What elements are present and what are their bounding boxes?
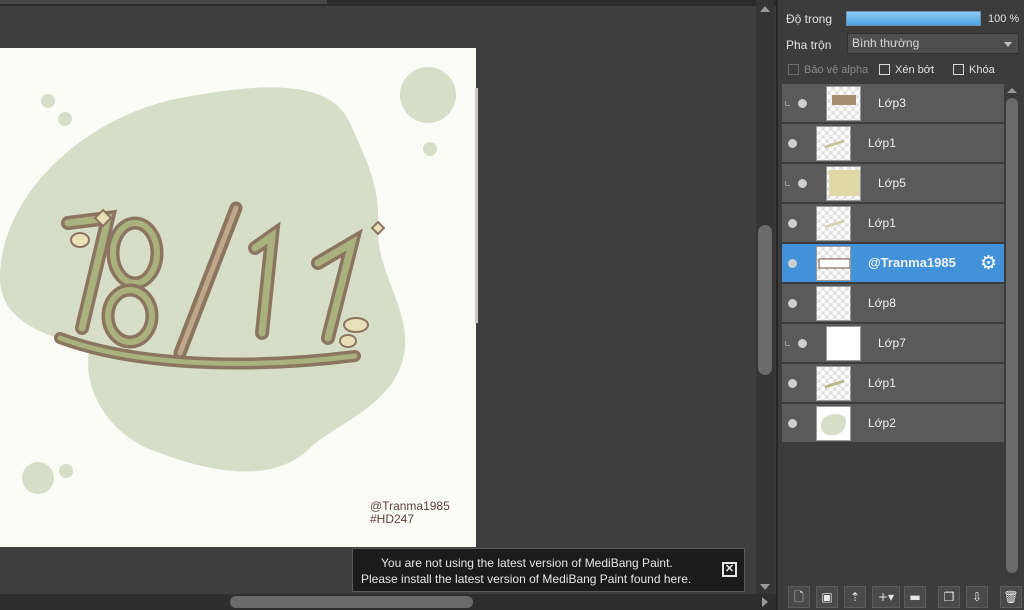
- layer-panel: Độ trong 100 % Pha trộn Bình thường Bảo …: [776, 0, 1024, 610]
- canvas-horizontal-scrollbar[interactable]: [0, 594, 776, 610]
- checkbox-box: [879, 64, 890, 75]
- layer-thumbnail: [816, 206, 851, 241]
- clipping-indicator: [785, 181, 790, 186]
- blend-mode-label: Pha trộn: [786, 38, 832, 52]
- layer-name: @Tranma1985: [868, 255, 956, 270]
- visibility-eye-icon[interactable]: [788, 259, 797, 268]
- opacity-value: 100 %: [988, 13, 1020, 25]
- protect-alpha-checkbox[interactable]: Bảo vệ alpha: [788, 64, 868, 76]
- checkbox-box: [788, 64, 799, 75]
- import-layer-icon[interactable]: ⇡: [844, 586, 866, 608]
- layer-row[interactable]: Lớp2: [782, 404, 1004, 443]
- layer-row[interactable]: Lớp7: [782, 324, 1004, 363]
- top-strip-tab[interactable]: [0, 0, 327, 4]
- folder-icon[interactable]: ▬: [904, 586, 926, 608]
- layer-row-selected[interactable]: @Tranma1985 ⚙: [782, 244, 1004, 283]
- layer-thumbnail: [816, 286, 851, 321]
- visibility-eye-icon[interactable]: [788, 379, 797, 388]
- visibility-eye-icon[interactable]: [788, 299, 797, 308]
- dot-large-top: [400, 67, 456, 123]
- trash-icon[interactable]: 🗑: [1000, 586, 1022, 608]
- scroll-down-icon[interactable]: [760, 584, 770, 590]
- lock-label: Khóa: [969, 64, 995, 76]
- layer-name: Lớp1: [868, 216, 896, 230]
- layer-name: Lớp7: [878, 336, 906, 350]
- layer-name: Lớp2: [868, 416, 896, 430]
- scroll-right-icon[interactable]: [762, 597, 768, 607]
- visibility-eye-icon[interactable]: [798, 179, 807, 188]
- layer-thumbnail: [826, 86, 861, 121]
- lock-checkbox[interactable]: Khóa: [953, 64, 995, 76]
- scroll-thumb[interactable]: [230, 596, 473, 608]
- layer-thumbnail: [816, 126, 851, 161]
- clipping-indicator: [785, 101, 790, 106]
- layer-thumbnail: [826, 326, 861, 361]
- artwork-signature: @Tranma1985 #HD247: [370, 500, 450, 526]
- blend-mode-value: Bình thường: [852, 36, 920, 50]
- layer-name: Lớp5: [878, 176, 906, 190]
- layer-row[interactable]: Lớp1: [782, 124, 1004, 163]
- layer-list-scrollbar[interactable]: [1004, 88, 1020, 580]
- artboard-edge: [475, 88, 478, 323]
- dot-small: [423, 142, 437, 156]
- layer-row[interactable]: Lớp1: [782, 204, 1004, 243]
- blend-mode-select[interactable]: Bình thường: [847, 33, 1019, 54]
- dot-medium: [22, 462, 54, 494]
- scroll-up-icon[interactable]: [1007, 88, 1017, 93]
- checkbox-box: [953, 64, 964, 75]
- clipping-checkbox[interactable]: Xén bớt: [879, 64, 934, 76]
- layer-row[interactable]: Lớp1: [782, 364, 1004, 403]
- layer-name: Lớp1: [868, 136, 896, 150]
- dot-small: [59, 464, 73, 478]
- close-icon[interactable]: ✕: [722, 562, 737, 577]
- visibility-eye-icon[interactable]: [798, 339, 807, 348]
- notification-line-2[interactable]: Please install the latest version of Med…: [361, 571, 691, 587]
- layer-row[interactable]: Lớp3: [782, 84, 1004, 123]
- artboard[interactable]: @Tranma1985 #HD247: [0, 48, 476, 547]
- gear-icon[interactable]: ⚙: [980, 253, 997, 273]
- dot-small: [58, 112, 72, 126]
- add-layer-menu-icon[interactable]: +▾: [872, 586, 900, 608]
- merge-down-icon[interactable]: ⇩: [966, 586, 988, 608]
- layer-thumbnail: [826, 166, 861, 201]
- visibility-eye-icon[interactable]: [788, 139, 797, 148]
- layer-row[interactable]: Lớp5: [782, 164, 1004, 203]
- new-halftone-layer-icon[interactable]: ▣: [816, 586, 838, 608]
- opacity-label: Độ trong: [786, 12, 833, 26]
- medibang-window: @Tranma1985 #HD247 You are not using the…: [0, 0, 1024, 610]
- layer-list: Lớp3 Lớp1 Lớp5 Lớp1 @Tranma1985 ⚙ Lớp8 L…: [782, 84, 1004, 584]
- opacity-slider[interactable]: [846, 11, 981, 26]
- update-notification[interactable]: You are not using the latest version of …: [352, 548, 745, 592]
- opacity-slider-fill: [847, 12, 980, 25]
- signature-tag: #HD247: [370, 512, 415, 526]
- canvas-area[interactable]: @Tranma1985 #HD247 You are not using the…: [0, 6, 756, 594]
- clipping-label: Xén bớt: [895, 64, 935, 76]
- visibility-eye-icon[interactable]: [798, 99, 807, 108]
- chevron-down-icon: [1004, 42, 1012, 47]
- visibility-eye-icon[interactable]: [788, 419, 797, 428]
- layer-thumbnail: [816, 366, 851, 401]
- dot-small: [41, 94, 55, 108]
- layer-toolbar: 🗋 ▣ ⇡ +▾ ▬ ❐ ⇩ 🗑: [782, 584, 1022, 610]
- layer-row[interactable]: Lớp8: [782, 284, 1004, 323]
- layer-thumbnail: [816, 246, 851, 281]
- layer-thumbnail: [816, 406, 851, 441]
- canvas-vertical-scrollbar[interactable]: [756, 0, 774, 594]
- protect-alpha-label: Bảo vệ alpha: [804, 64, 869, 76]
- new-layer-icon[interactable]: 🗋: [788, 586, 810, 608]
- duplicate-layer-icon[interactable]: ❐: [938, 586, 960, 608]
- scroll-thumb[interactable]: [1006, 98, 1018, 573]
- scroll-up-icon[interactable]: [760, 6, 770, 12]
- scroll-thumb[interactable]: [758, 225, 772, 375]
- artwork: [0, 67, 456, 494]
- notification-line-1: You are not using the latest version of …: [381, 556, 673, 570]
- layer-name: Lớp3: [878, 96, 906, 110]
- layer-name: Lớp8: [868, 296, 896, 310]
- clipping-indicator: [785, 341, 790, 346]
- visibility-eye-icon[interactable]: [788, 219, 797, 228]
- layer-name: Lớp1: [868, 376, 896, 390]
